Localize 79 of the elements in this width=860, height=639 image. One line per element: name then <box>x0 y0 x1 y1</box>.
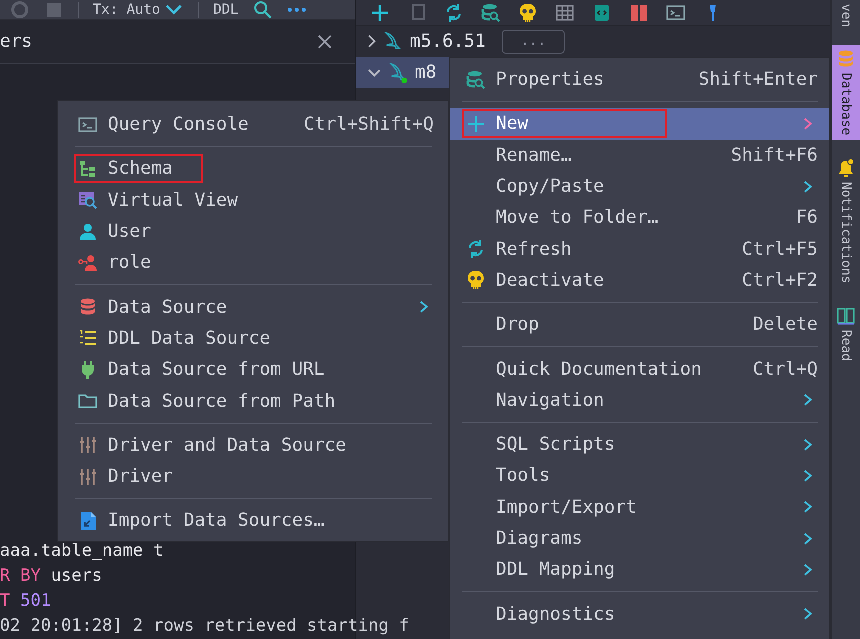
skull-icon[interactable] <box>518 2 538 22</box>
search-icon[interactable] <box>252 0 273 20</box>
database-icon <box>836 49 856 70</box>
tool-window-tab[interactable]: Read <box>832 302 860 366</box>
plus-icon[interactable] <box>370 2 390 22</box>
code-line: T 501 <box>0 590 52 613</box>
menu-label[interactable]: New <box>496 113 529 134</box>
shortcut-label: Ctrl+Shift+Q <box>304 114 434 136</box>
shortcut-label: Ctrl+Q <box>752 358 818 380</box>
code-line: R BY users <box>0 565 102 588</box>
table-icon[interactable] <box>555 2 575 22</box>
menu-item[interactable]: Data Source from URL <box>58 354 448 386</box>
menu-item[interactable]: Import/Export <box>450 492 829 523</box>
ellipsis-button[interactable]: ... <box>502 30 566 54</box>
ddl-button[interactable]: DDL <box>213 2 239 18</box>
shortcut-label: Ctrl+F5 <box>742 238 818 260</box>
menu-item[interactable]: User <box>58 216 448 248</box>
menu-item[interactable]: Drop Delete <box>450 309 829 340</box>
terminal-icon[interactable] <box>666 2 686 22</box>
menu-item[interactable]: Rename… Shift+F6 <box>450 140 829 171</box>
person-icon <box>78 222 98 242</box>
shortcut-label: Ctrl+F2 <box>742 270 818 291</box>
terminal-icon <box>78 114 98 135</box>
dolphin-icon <box>382 30 404 52</box>
tool-window-tab[interactable]: Notifications <box>832 154 860 288</box>
menu-item[interactable]: Tools <box>450 460 829 492</box>
menu-item[interactable]: Refresh Ctrl+F5 <box>450 233 829 265</box>
circle-icon <box>10 0 30 20</box>
menu-item[interactable]: Properties Shift+Enter <box>450 64 829 96</box>
menu-item[interactable]: Query Console Ctrl+Shift+Q <box>58 109 448 140</box>
menu-item[interactable]: New <box>450 108 829 140</box>
menu-item[interactable]: Diagrams <box>450 522 829 554</box>
bell-icon <box>836 158 856 178</box>
skull-icon <box>466 270 486 290</box>
tree-row[interactable]: m5.6.51 ... <box>356 26 830 57</box>
plus-icon <box>466 114 486 134</box>
tool-window-tab[interactable]: Database <box>832 45 860 140</box>
code-file-icon[interactable] <box>592 2 612 22</box>
code-line: 02 20:01:28] 2 rows retrieved starting f <box>0 615 410 638</box>
menu-item[interactable]: Import Data Sources… <box>58 505 448 537</box>
menu-item[interactable]: Move to Folder… F6 <box>450 202 829 234</box>
database-search-icon[interactable] <box>481 2 501 22</box>
tool-window-tab[interactable]: ven <box>832 0 860 32</box>
transaction-dropdown[interactable]: Tx: Auto <box>93 0 184 20</box>
sliders-icon <box>78 466 98 487</box>
shortcut-label: Shift+Enter <box>698 69 818 90</box>
menu-item[interactable]: Deactivate Ctrl+F2 <box>450 264 829 296</box>
refresh-icon[interactable] <box>444 2 464 22</box>
book-icon <box>836 306 856 326</box>
table-search-icon <box>78 190 98 210</box>
shortcut-label: F6 <box>796 207 818 228</box>
file-icon <box>78 510 98 531</box>
editor-tab-title[interactable]: ers <box>0 31 33 52</box>
menu-item[interactable]: DDL Mapping <box>450 554 829 586</box>
menu-item[interactable]: Data Source <box>58 291 448 323</box>
menu-item[interactable]: Copy/Paste <box>450 170 829 202</box>
menu-item[interactable]: Virtual View <box>58 184 448 216</box>
menu-item[interactable]: Schema <box>58 153 448 185</box>
shortcut-label: Shift+F6 <box>731 144 818 166</box>
menu-item[interactable]: Driver <box>58 460 448 492</box>
database-icon <box>78 297 98 318</box>
menu-item[interactable]: Diagnostics <box>450 598 829 630</box>
menu-item[interactable]: role <box>58 247 448 278</box>
database-search-icon <box>466 70 486 90</box>
menu-label[interactable]: Schema <box>108 158 174 180</box>
person-key-icon <box>78 252 98 273</box>
code-line: aaa.table_name t <box>0 540 164 563</box>
menu-item[interactable]: Driver and Data Source <box>58 430 448 461</box>
menu-item[interactable]: Data Source from Path <box>58 385 448 417</box>
shortcut-label: Delete <box>752 314 818 336</box>
menu-item[interactable]: SQL Scripts <box>450 428 829 460</box>
menu-item[interactable]: Navigation <box>450 384 829 416</box>
chevron-icon <box>368 68 381 76</box>
menu-item[interactable]: Quick Documentation Ctrl+Q <box>450 353 829 385</box>
tree-icon <box>78 158 98 179</box>
sliders-icon <box>78 435 98 456</box>
chevron-icon <box>368 35 376 48</box>
refresh-icon <box>466 239 486 260</box>
menu-item[interactable]: DDL Data Source <box>58 322 448 354</box>
